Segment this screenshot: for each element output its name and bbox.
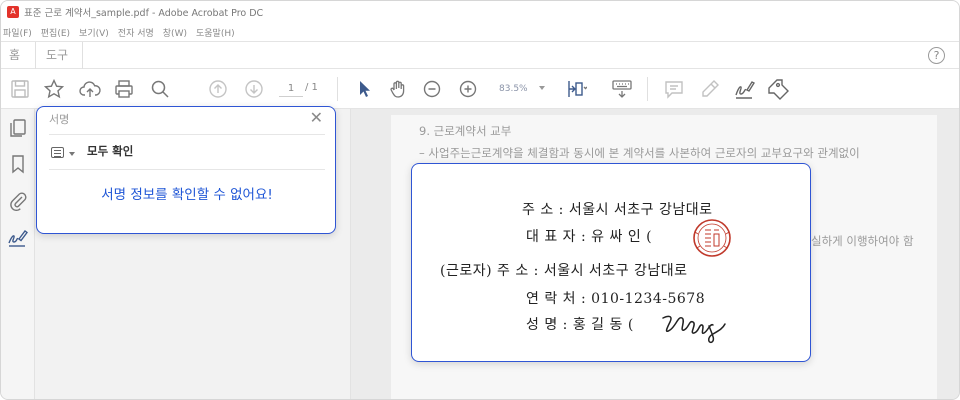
cloud-upload-icon[interactable]: [79, 78, 101, 100]
help-icon[interactable]: ?: [928, 47, 945, 64]
title-bar: A 표준 근로 계약서_sample.pdf - Adobe Acrobat P…: [1, 1, 959, 23]
zoom-in-icon[interactable]: [457, 78, 479, 100]
tab-bar: 홈 도구 ?: [1, 41, 959, 69]
sign-icon[interactable]: [733, 78, 755, 100]
menu-bar: 파일(F) 편집(E) 보기(V) 전자 서명 창(W) 도움말(H): [1, 23, 959, 41]
menu-edit[interactable]: 편집(E): [41, 26, 70, 39]
stamp-icon[interactable]: [767, 78, 789, 100]
handwritten-signature: [659, 308, 731, 344]
signature-pane-icon[interactable]: [7, 227, 29, 249]
body-text-fragment: 실하게 이행하여야 함: [811, 234, 914, 248]
pen-icon[interactable]: [699, 78, 721, 100]
signature-panel-title: 서명: [49, 113, 70, 126]
left-navigation-rail: [1, 109, 35, 399]
list-icon[interactable]: [51, 147, 64, 158]
red-seal-stamp-icon: [691, 218, 733, 258]
panel-divider: [49, 134, 325, 135]
zoom-out-icon[interactable]: [421, 78, 443, 100]
menu-view[interactable]: 보기(V): [79, 26, 109, 39]
menu-e-sign[interactable]: 전자 서명: [118, 26, 154, 39]
employer-address-line: 주 소 : 서울시 서초구 강남대로: [522, 202, 713, 218]
section-heading: 9. 근로계약서 교부: [419, 124, 512, 138]
save-icon[interactable]: [9, 78, 31, 100]
signature-panel: 서명 ✕ 모두 확인 서명 정보를 확인할 수 없어요!: [36, 106, 336, 234]
menu-help[interactable]: 도움말(H): [196, 26, 235, 39]
zoom-level-select[interactable]: 83.5%: [499, 82, 551, 98]
hand-icon[interactable]: [387, 78, 409, 100]
contact-line: 연 락 처 : 010-1234-5678: [526, 291, 706, 307]
menu-file[interactable]: 파일(F): [3, 26, 32, 39]
tab-tools[interactable]: 도구: [35, 42, 83, 69]
verify-all-button[interactable]: 모두 확인: [87, 143, 133, 159]
signature-status-message: 서명 정보를 확인할 수 없어요!: [101, 187, 273, 203]
chevron-down-icon[interactable]: [69, 152, 75, 156]
window-title: 표준 근로 계약서_sample.pdf - Adobe Acrobat Pro…: [24, 8, 264, 19]
name-line: 성 명 : 홍 길 동 (: [526, 317, 634, 333]
panel-divider: [49, 169, 325, 170]
chevron-down-icon[interactable]: [539, 86, 545, 90]
tab-home[interactable]: 홈: [9, 42, 20, 69]
close-icon[interactable]: ✕: [310, 109, 323, 127]
bookmark-icon[interactable]: [7, 153, 29, 175]
page-down-icon[interactable]: [243, 78, 265, 100]
representative-line: 대 표 자 : 유 싸 인 (: [526, 229, 653, 245]
page-total: / 1: [305, 82, 318, 93]
page-number-input[interactable]: 1: [279, 81, 303, 97]
toolbar-divider: [647, 77, 648, 101]
pages-icon[interactable]: [7, 117, 29, 139]
acrobat-logo-icon: A: [7, 6, 19, 18]
page-up-icon[interactable]: [207, 78, 229, 100]
toolbar-divider: [337, 77, 338, 101]
star-icon[interactable]: [43, 78, 65, 100]
employee-address-line: (근로자) 주 소 : 서울시 서초구 강남대로: [440, 263, 688, 279]
body-text-line: – 사업주는근로계약을 체결함과 동시에 본 계약서를 사본하여 근로자의 교부…: [419, 146, 860, 160]
fit-page-icon[interactable]: [565, 78, 587, 100]
toolbar: 1 / 1 83.5%: [1, 69, 959, 109]
comment-icon[interactable]: [663, 78, 685, 100]
acrobat-window: A 표준 근로 계약서_sample.pdf - Adobe Acrobat P…: [0, 0, 960, 400]
keyboard-icon[interactable]: [611, 78, 633, 100]
menu-window[interactable]: 창(W): [163, 26, 187, 39]
attachment-icon[interactable]: [7, 189, 29, 211]
zoom-search-icon[interactable]: [149, 78, 171, 100]
select-arrow-icon[interactable]: [353, 78, 375, 100]
print-icon[interactable]: [113, 78, 135, 100]
document-detail-popup: 주 소 : 서울시 서초구 강남대로 대 표 자 : 유 싸 인 ( (근로자)…: [411, 163, 811, 362]
